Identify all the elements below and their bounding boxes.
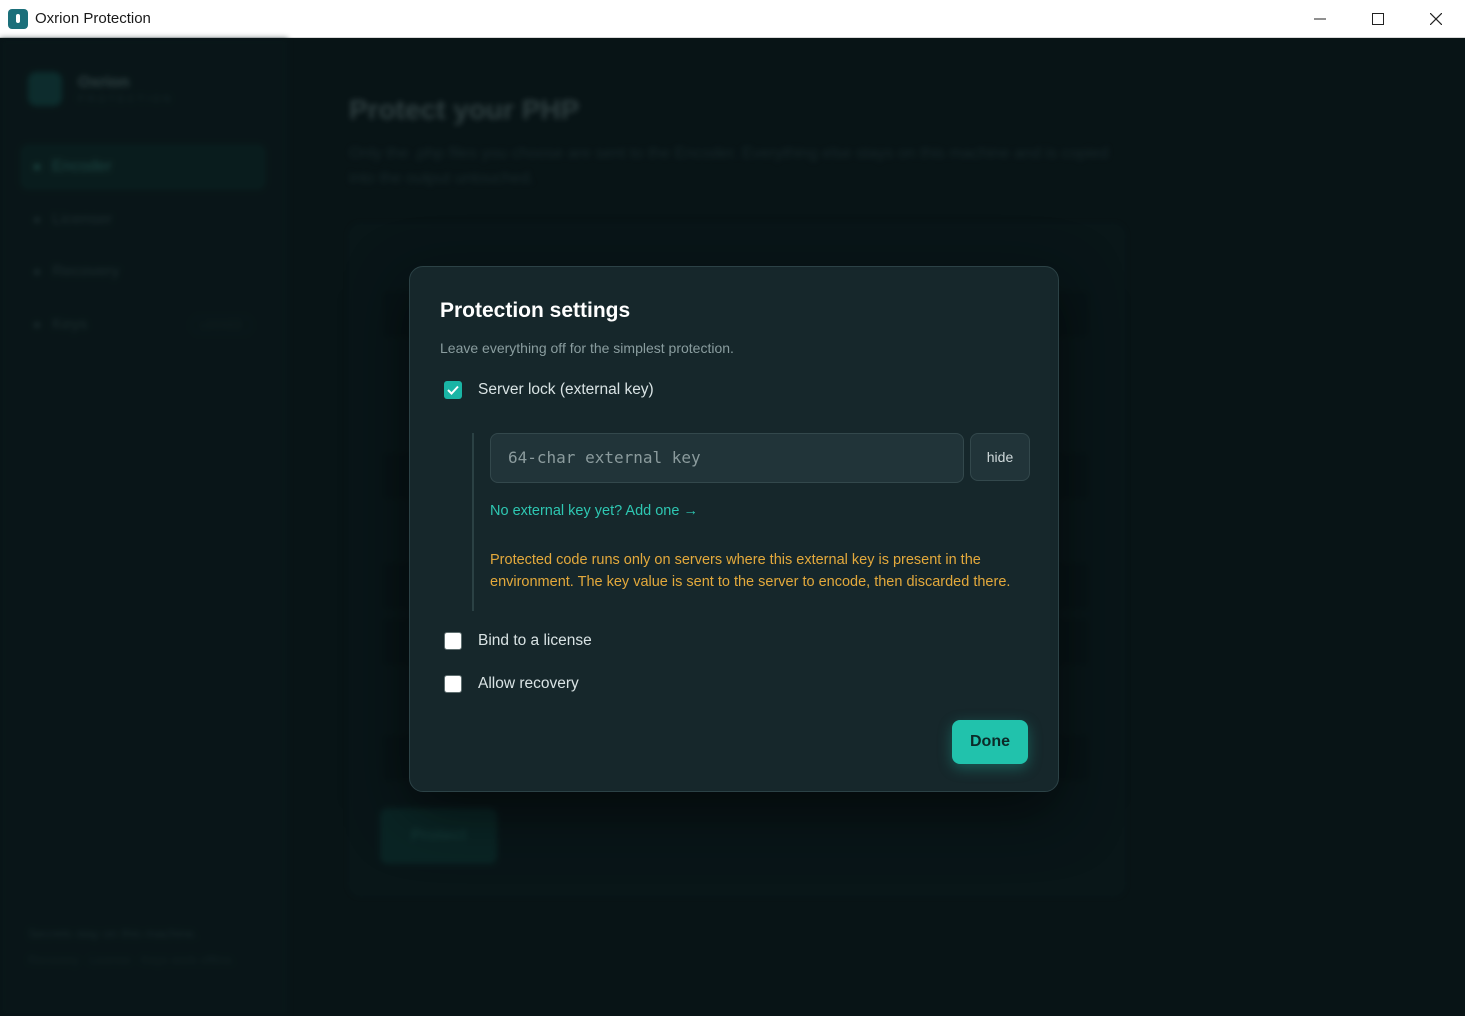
- bind-license-checkbox[interactable]: [444, 632, 462, 650]
- allow-recovery-option[interactable]: Allow recovery: [444, 675, 579, 693]
- app-lock-icon: [8, 8, 28, 29]
- checkmark-icon: [447, 385, 459, 395]
- close-icon: [1430, 13, 1442, 25]
- window-controls: [1291, 0, 1465, 38]
- external-key-section: 64-char external key hide No external ke…: [472, 433, 1032, 611]
- dialog-subtitle: Leave everything off for the simplest pr…: [440, 340, 734, 356]
- protection-settings-dialog: Protection settings Leave everything off…: [409, 266, 1059, 792]
- dialog-title: Protection settings: [440, 299, 631, 322]
- server-lock-option[interactable]: Server lock (external key): [444, 381, 654, 399]
- external-key-input[interactable]: 64-char external key: [490, 433, 964, 483]
- minimize-icon: [1314, 18, 1326, 20]
- allow-recovery-checkbox[interactable]: [444, 675, 462, 693]
- server-lock-label: Server lock (external key): [478, 381, 654, 398]
- server-lock-checkbox[interactable]: [444, 381, 462, 399]
- add-external-key-link[interactable]: No external key yet? Add one →: [490, 503, 698, 519]
- window-titlebar: Oxrion Protection: [0, 0, 1465, 38]
- maximize-icon: [1372, 13, 1384, 25]
- maximize-button[interactable]: [1349, 0, 1407, 38]
- window-title: Oxrion Protection: [35, 10, 151, 27]
- done-button[interactable]: Done: [952, 720, 1028, 764]
- bind-license-label: Bind to a license: [478, 632, 592, 649]
- server-lock-warning: Protected code runs only on servers wher…: [490, 552, 1011, 590]
- close-button[interactable]: [1407, 0, 1465, 38]
- allow-recovery-label: Allow recovery: [478, 675, 579, 692]
- minimize-button[interactable]: [1291, 0, 1349, 38]
- hide-key-button[interactable]: hide: [970, 433, 1030, 481]
- bind-license-option[interactable]: Bind to a license: [444, 632, 592, 650]
